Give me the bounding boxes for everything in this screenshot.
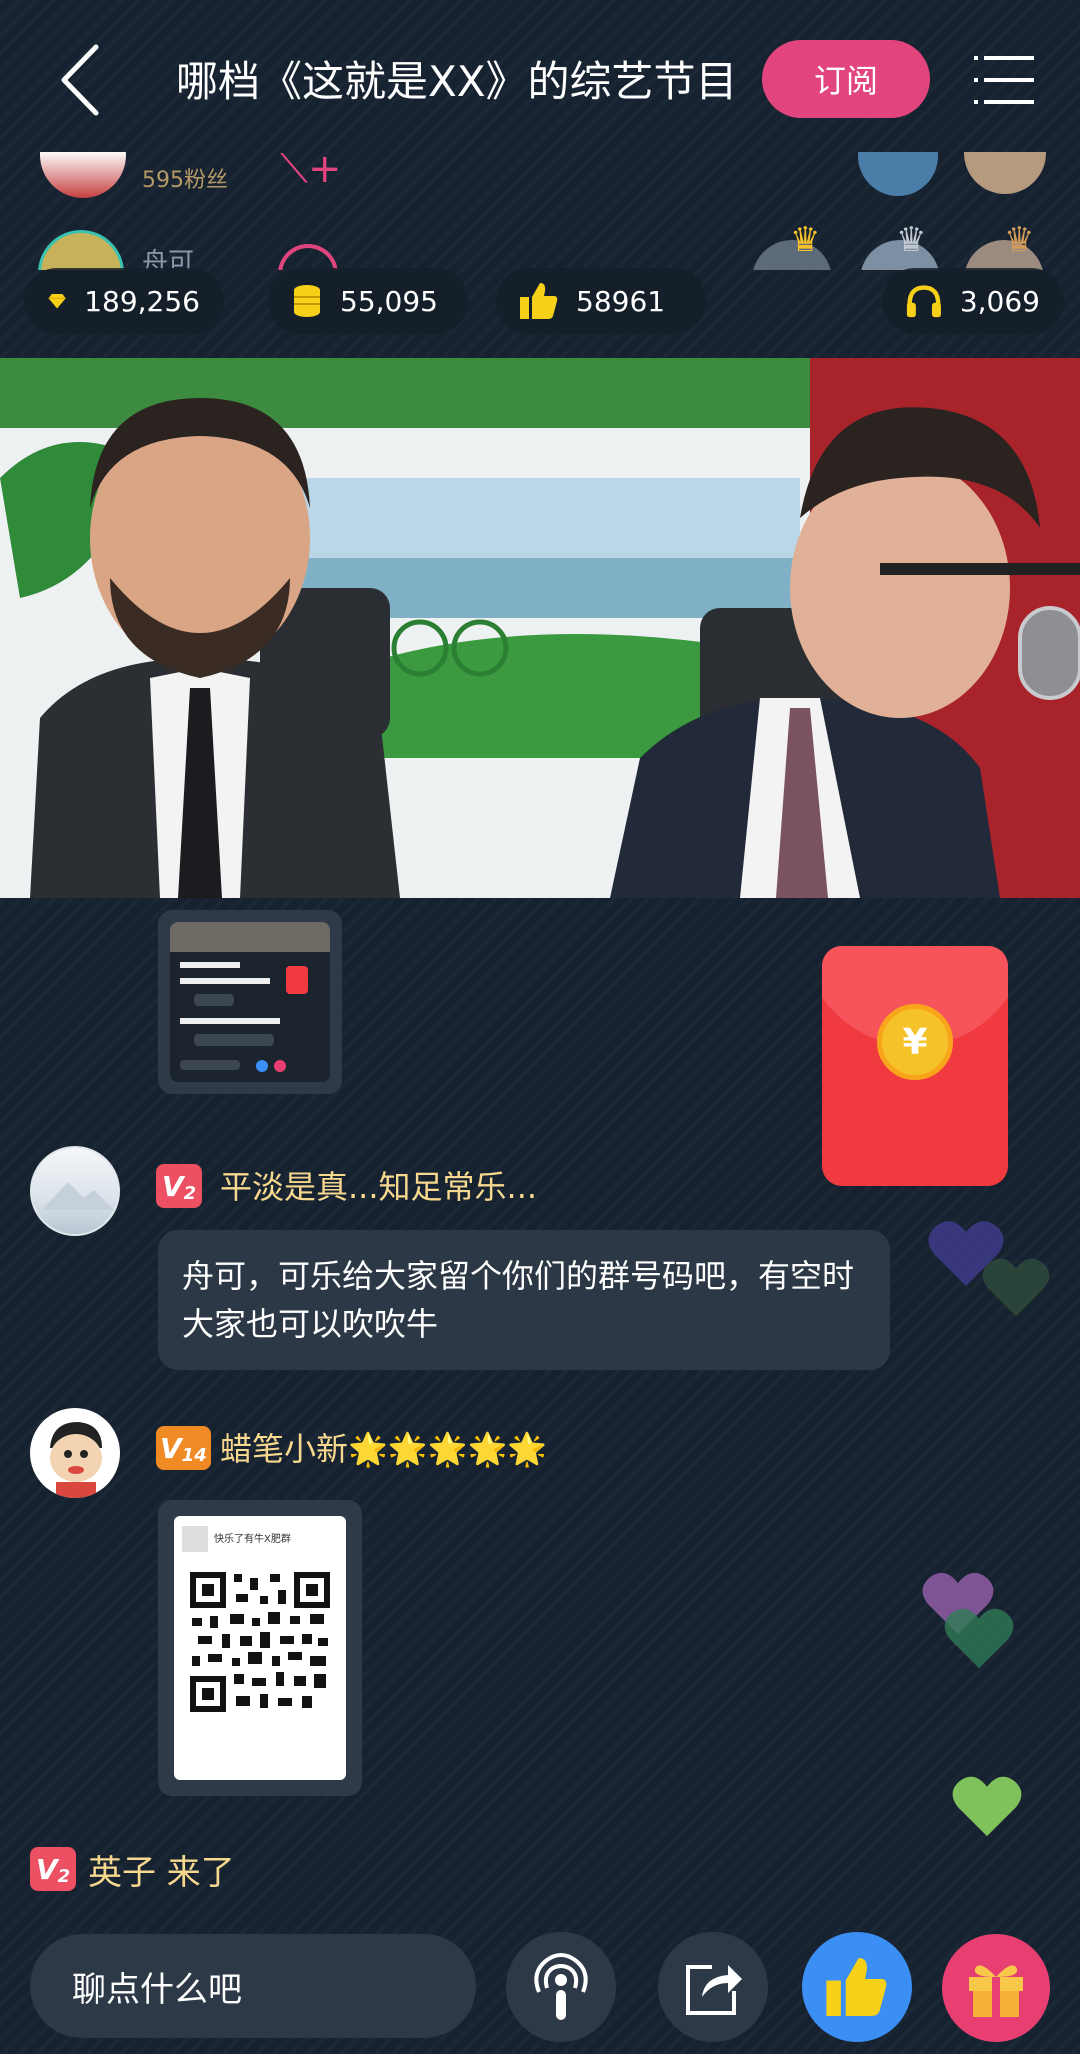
- join-notice-text: 英子 来了: [88, 1852, 235, 1893]
- vip-badge: V2: [30, 1847, 76, 1891]
- fan-avatar[interactable]: [858, 152, 938, 196]
- headphones-icon: [906, 285, 941, 318]
- share-icon: [686, 1965, 742, 2015]
- coin-count: 55,095: [340, 284, 438, 318]
- qr-caption: 快乐了有牛X肥群: [214, 1534, 291, 1545]
- chat-message-bubble: 舟可，可乐给大家留个你们的群号码吧，有空时大家也可以吹吹牛: [158, 1230, 890, 1370]
- vip-badge: V 14: [156, 1426, 211, 1470]
- fan-avatar[interactable]: [38, 230, 124, 270]
- crown-icon: ♛: [896, 220, 927, 260]
- thumbs-up-icon: [826, 1958, 887, 2016]
- fan-avatar[interactable]: [964, 152, 1046, 194]
- like-button[interactable]: [802, 1932, 912, 2042]
- top-bar: 哪档《这就是XX》的综艺节目 订阅: [0, 0, 1080, 160]
- floating-heart-icon: [982, 1258, 1050, 1317]
- avatar[interactable]: [30, 1408, 120, 1498]
- back-button[interactable]: [40, 40, 120, 120]
- qr-code-icon: [190, 1572, 330, 1712]
- crown-icon: ♛: [1004, 220, 1035, 260]
- chat-input[interactable]: 聊点什么吧: [30, 1934, 476, 2038]
- screenshot-thumbnail: [170, 922, 330, 1082]
- fan-name: 舟可: [142, 248, 195, 270]
- like-stat: 58961: [496, 268, 706, 334]
- floating-heart-icon: [944, 1608, 1014, 1669]
- listener-count: 3,069: [959, 284, 1040, 318]
- fan-avatar[interactable]: [40, 152, 126, 198]
- join-notice: V2 英子 来了: [30, 1844, 235, 1894]
- heart-outline-icon[interactable]: [278, 244, 338, 270]
- like-count: 58961: [576, 284, 666, 318]
- menu-button[interactable]: [972, 48, 1036, 112]
- vip-badge: V2: [156, 1164, 202, 1208]
- chat-username[interactable]: 蜡笔小新🌟🌟🌟🌟🌟: [220, 1424, 547, 1474]
- video-frame: [0, 358, 1080, 898]
- gift-button[interactable]: [942, 1934, 1050, 2042]
- stats-row: 189,256 55,095 58961 3,069: [24, 268, 1064, 334]
- chat-image-message[interactable]: [158, 910, 342, 1094]
- fans-list: 595粉丝 ⟍+ 舟可 ♛ ♛ ♛: [0, 152, 1080, 270]
- diamond-stat: 189,256: [24, 268, 224, 334]
- chat-message-text: 舟可，可乐给大家留个你们的群号码吧，有空时大家也可以吹吹牛: [182, 1257, 855, 1343]
- share-button[interactable]: [658, 1932, 768, 2042]
- cartoon-avatar-icon: [50, 1422, 102, 1498]
- red-envelope-button[interactable]: ¥: [822, 946, 1008, 1186]
- menu-icon: [974, 56, 1034, 104]
- yuan-coin-icon: ¥: [877, 1004, 953, 1080]
- gift-icon: [969, 1965, 1023, 2017]
- podcast-icon: [534, 1953, 588, 2020]
- thumbs-up-icon: [520, 283, 558, 319]
- qr-code-image: 快乐了有牛X肥群: [174, 1516, 346, 1780]
- fan-count: 595粉丝: [142, 168, 228, 193]
- coin-stat: 55,095: [268, 268, 468, 334]
- avatar[interactable]: [30, 1146, 120, 1236]
- broadcast-button[interactable]: [506, 1932, 616, 2042]
- chevron-left-icon: [61, 44, 99, 116]
- live-video[interactable]: [0, 358, 1080, 898]
- follow-plus-icon[interactable]: ⟍+: [280, 152, 342, 192]
- diamond-count: 189,256: [84, 284, 200, 318]
- diamond-icon: [48, 294, 66, 309]
- crown-icon: ♛: [790, 220, 821, 260]
- subscribe-button[interactable]: 订阅: [762, 40, 930, 118]
- floating-heart-icon: [952, 1776, 1022, 1837]
- chat-image-message[interactable]: 快乐了有牛X肥群: [158, 1500, 362, 1796]
- listener-stat: 3,069: [882, 268, 1064, 334]
- chat-username[interactable]: 平淡是真...知足常乐...: [220, 1162, 537, 1212]
- page-title: 哪档《这就是XX》的综艺节目: [176, 57, 732, 106]
- coins-icon: [294, 285, 320, 317]
- mountain-avatar-icon: [42, 1182, 114, 1210]
